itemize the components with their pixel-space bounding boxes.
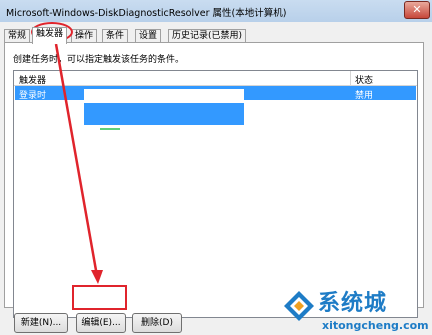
watermark: 系统城 xitongcheng.com xyxy=(282,285,432,335)
watermark-url: xitongcheng.com xyxy=(322,319,429,332)
watermark-text: 系统城 xyxy=(318,291,388,316)
watermark-logo-icon xyxy=(284,291,314,321)
tab-triggers[interactable]: 触发器 xyxy=(32,27,68,44)
